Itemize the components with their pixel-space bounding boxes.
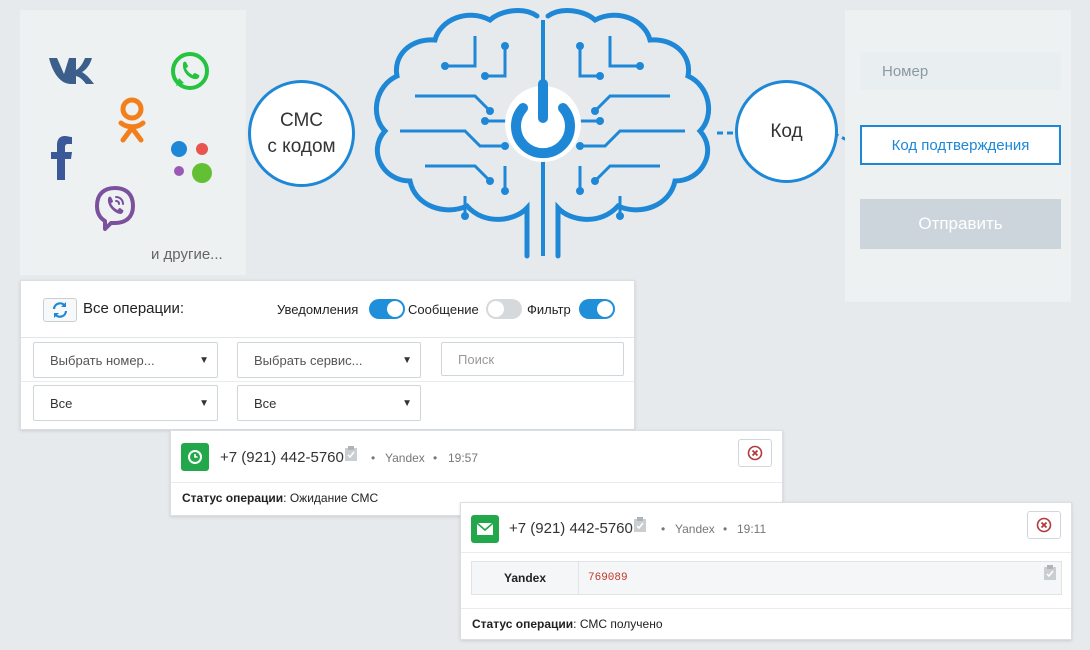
odnoklassniki-icon [118, 97, 146, 143]
service-select[interactable]: Выбрать сервис... ▼ [237, 342, 421, 378]
card-time: 19:57 [448, 451, 479, 465]
status-select-1-value: Все [50, 395, 73, 411]
more-networks-label: и другие... [151, 246, 223, 263]
facebook-icon [51, 136, 72, 180]
card-phone-number: +7 (921) 442-5760 [220, 449, 344, 466]
envelope-icon-badge [471, 515, 499, 543]
status-label: Статус операции [182, 491, 284, 505]
card-meta-dot: • [723, 522, 728, 536]
search-input[interactable]: Поиск [441, 342, 624, 376]
card-status: Статус операции: СМС получено [472, 617, 663, 631]
verification-panel: Номер Код подтверждения Отправить [845, 10, 1071, 302]
clipboard-icon[interactable] [633, 517, 647, 533]
toggle-knob [488, 301, 504, 317]
social-networks-panel: и другие... [20, 10, 246, 275]
card-meta-dot: • [661, 522, 666, 536]
cancel-operation-button[interactable] [1027, 511, 1061, 539]
operation-card-received: +7 (921) 442-5760 • Yandex • 19:11 Yande… [460, 502, 1072, 640]
number-select[interactable]: Выбрать номер... ▼ [33, 342, 218, 378]
sms-message-row: Yandex 769089 [471, 561, 1062, 595]
message-service: Yandex [472, 562, 579, 594]
refresh-icon [52, 302, 68, 318]
service-select-value: Выбрать сервис... [254, 352, 363, 368]
notifications-label: Уведомления [277, 302, 359, 317]
send-button[interactable]: Отправить [860, 199, 1061, 249]
notifications-toggle[interactable] [369, 299, 405, 319]
code-circle: Код [735, 80, 838, 183]
clock-icon [188, 450, 202, 464]
status-label: Статус операции [472, 617, 574, 631]
phone-number-input[interactable]: Номер [860, 52, 1061, 90]
operations-panel: Все операции: Уведомления Сообщение Филь… [20, 280, 635, 430]
sms-with-code-circle: СМС с кодом [248, 80, 355, 187]
filter-toggle[interactable] [579, 299, 615, 319]
operations-title: Все операции: [83, 300, 185, 317]
card-service: Yandex [675, 522, 715, 536]
message-label: Сообщение [408, 302, 479, 317]
refresh-button[interactable] [43, 298, 77, 322]
yandex-dots-icon [171, 141, 212, 183]
close-circle-icon [1036, 517, 1052, 533]
status-select-1[interactable]: Все ▼ [33, 385, 218, 421]
card-time: 19:11 [737, 522, 767, 536]
status-select-2-value: Все [254, 395, 277, 411]
caret-down-icon: ▼ [402, 355, 412, 366]
vk-icon [49, 58, 94, 84]
cancel-operation-button[interactable] [738, 439, 772, 467]
caret-down-icon: ▼ [402, 398, 412, 409]
operations-header: Все операции: Уведомления Сообщение Филь… [21, 281, 634, 338]
close-circle-icon [747, 445, 763, 461]
envelope-icon [477, 523, 493, 535]
number-select-value: Выбрать номер... [50, 352, 155, 368]
caret-down-icon: ▼ [199, 398, 209, 409]
card-divider [461, 608, 1071, 609]
toggle-knob [597, 301, 613, 317]
message-toggle[interactable] [486, 299, 522, 319]
caret-down-icon: ▼ [199, 355, 209, 366]
confirmation-code-button[interactable]: Код подтверждения [860, 125, 1061, 165]
message-code[interactable]: 769089 [588, 562, 628, 594]
clock-icon-badge [181, 443, 209, 471]
card-meta-dot: • [371, 451, 376, 465]
brain-circuit-illustration [374, 8, 711, 259]
card-phone-number: +7 (921) 442-5760 [509, 520, 633, 537]
clipboard-icon[interactable] [1043, 565, 1057, 581]
toggle-knob [387, 301, 403, 317]
search-placeholder: Поиск [458, 351, 495, 367]
filter-row-divider [21, 381, 634, 382]
card-service: Yandex [385, 451, 425, 465]
card-meta-dot: • [433, 451, 438, 465]
card-divider [171, 482, 782, 483]
filter-label: Фильтр [527, 302, 571, 317]
status-value: : СМС получено [573, 617, 663, 631]
whatsapp-icon [171, 52, 209, 90]
status-select-2[interactable]: Все ▼ [237, 385, 421, 421]
status-value: : Ожидание СМС [283, 491, 379, 505]
viber-icon [95, 186, 135, 231]
card-status: Статус операции: Ожидание СМС [182, 491, 378, 505]
clipboard-icon[interactable] [344, 446, 358, 462]
card-divider [461, 552, 1071, 553]
